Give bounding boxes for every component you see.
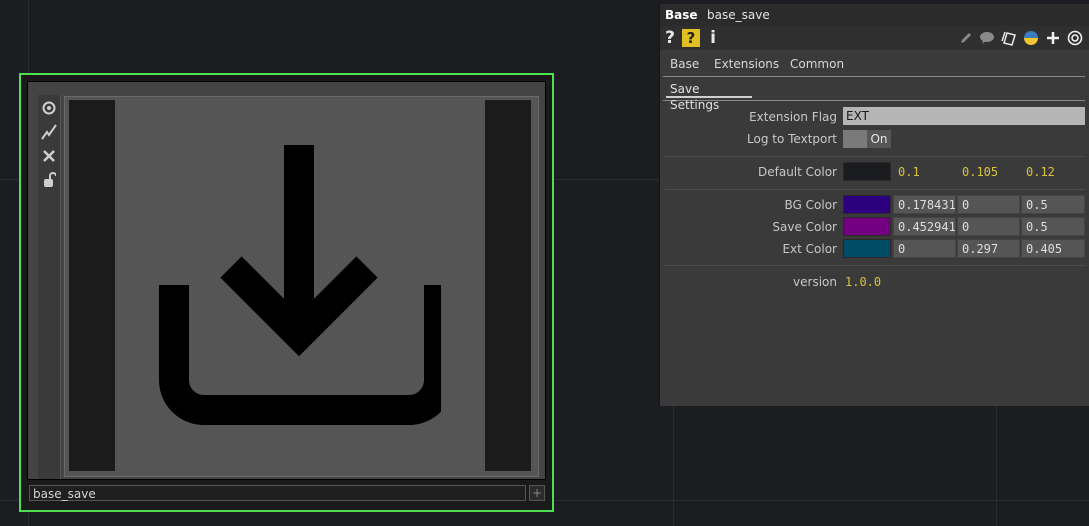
ext-color-b[interactable]: 0.405: [1021, 239, 1085, 258]
default-color-g[interactable]: 0.105: [962, 165, 998, 179]
unlock-icon[interactable]: [40, 171, 58, 189]
tab-common[interactable]: Common: [790, 57, 844, 71]
extension-flag-label: Extension Flag: [749, 110, 837, 124]
default-color-b[interactable]: 0.12: [1026, 165, 1055, 179]
toggle-knob: [843, 130, 867, 148]
viewer-letterbox-right: [485, 100, 531, 471]
bg-color-r[interactable]: 0.178431: [893, 195, 956, 214]
viewer-letterbox-left: [69, 100, 115, 471]
bg-color-g[interactable]: 0: [957, 195, 1020, 214]
plus-icon[interactable]: [1044, 29, 1062, 47]
divider: [665, 156, 1085, 157]
close-icon[interactable]: [40, 147, 58, 165]
ext-color-label: Ext Color: [782, 242, 837, 256]
panel-title-bar: Base base_save: [660, 4, 1089, 26]
default-color-r[interactable]: 0.1: [898, 165, 920, 179]
download-save-icon: [159, 145, 454, 430]
save-color-r[interactable]: 0.452941: [893, 217, 956, 236]
divider: [665, 265, 1085, 266]
node-toolbar: [38, 95, 61, 479]
node-add-button[interactable]: +: [529, 485, 545, 501]
node-body: [27, 81, 546, 480]
page-tabs: Base Extensions Common: [663, 50, 1085, 77]
bg-color-swatch[interactable]: [843, 195, 891, 214]
bg-color-b[interactable]: 0.5: [1021, 195, 1085, 214]
ext-color-swatch[interactable]: [843, 239, 891, 258]
version-value[interactable]: 1.0.0: [845, 275, 881, 289]
tab-base[interactable]: Base: [670, 57, 699, 71]
comment-icon[interactable]: [978, 29, 996, 47]
toggle-state: On: [867, 130, 891, 148]
divider: [665, 189, 1085, 190]
operator-type: Base: [665, 8, 698, 22]
tab-save-settings[interactable]: Save Settings: [666, 81, 752, 112]
node-name-field[interactable]: base_save: [29, 485, 526, 501]
custom-page-tabs: Save Settings: [663, 80, 1085, 112]
tab-extensions[interactable]: Extensions: [714, 57, 779, 71]
default-color-swatch[interactable]: [843, 162, 891, 181]
python-help-icon[interactable]: ?: [682, 29, 700, 47]
grid-line: [996, 400, 997, 526]
pencil-icon[interactable]: [957, 29, 975, 47]
save-color-swatch[interactable]: [843, 217, 891, 236]
clone-icon[interactable]: [1000, 29, 1018, 47]
operator-name[interactable]: base_save: [707, 8, 770, 22]
node-viewer: [64, 96, 539, 477]
panel-toolbar: ? ? i: [660, 26, 1089, 50]
base-save-node[interactable]: base_save +: [19, 73, 554, 512]
log-to-textport-label: Log to Textport: [747, 132, 837, 146]
ext-color-r[interactable]: 0: [893, 239, 956, 258]
bg-color-label: BG Color: [784, 198, 837, 212]
save-color-label: Save Color: [772, 220, 837, 234]
eye-icon[interactable]: [40, 99, 58, 117]
target-icon[interactable]: [1066, 29, 1084, 47]
default-color-label: Default Color: [758, 165, 837, 179]
grid-line: [673, 400, 674, 526]
log-to-textport-toggle[interactable]: On: [843, 130, 891, 148]
python-icon[interactable]: [1022, 29, 1040, 47]
pulse-icon[interactable]: [40, 123, 58, 141]
extension-flag-field[interactable]: EXT: [843, 107, 1085, 125]
save-color-b[interactable]: 0.5: [1021, 217, 1085, 236]
version-label: version: [793, 275, 837, 289]
parameter-panel: Base base_save ? ? i Base Extensions Com…: [659, 4, 1089, 406]
info-icon[interactable]: i: [708, 28, 718, 48]
save-color-g[interactable]: 0: [957, 217, 1020, 236]
help-icon[interactable]: ?: [663, 28, 677, 48]
ext-color-g[interactable]: 0.297: [957, 239, 1020, 258]
